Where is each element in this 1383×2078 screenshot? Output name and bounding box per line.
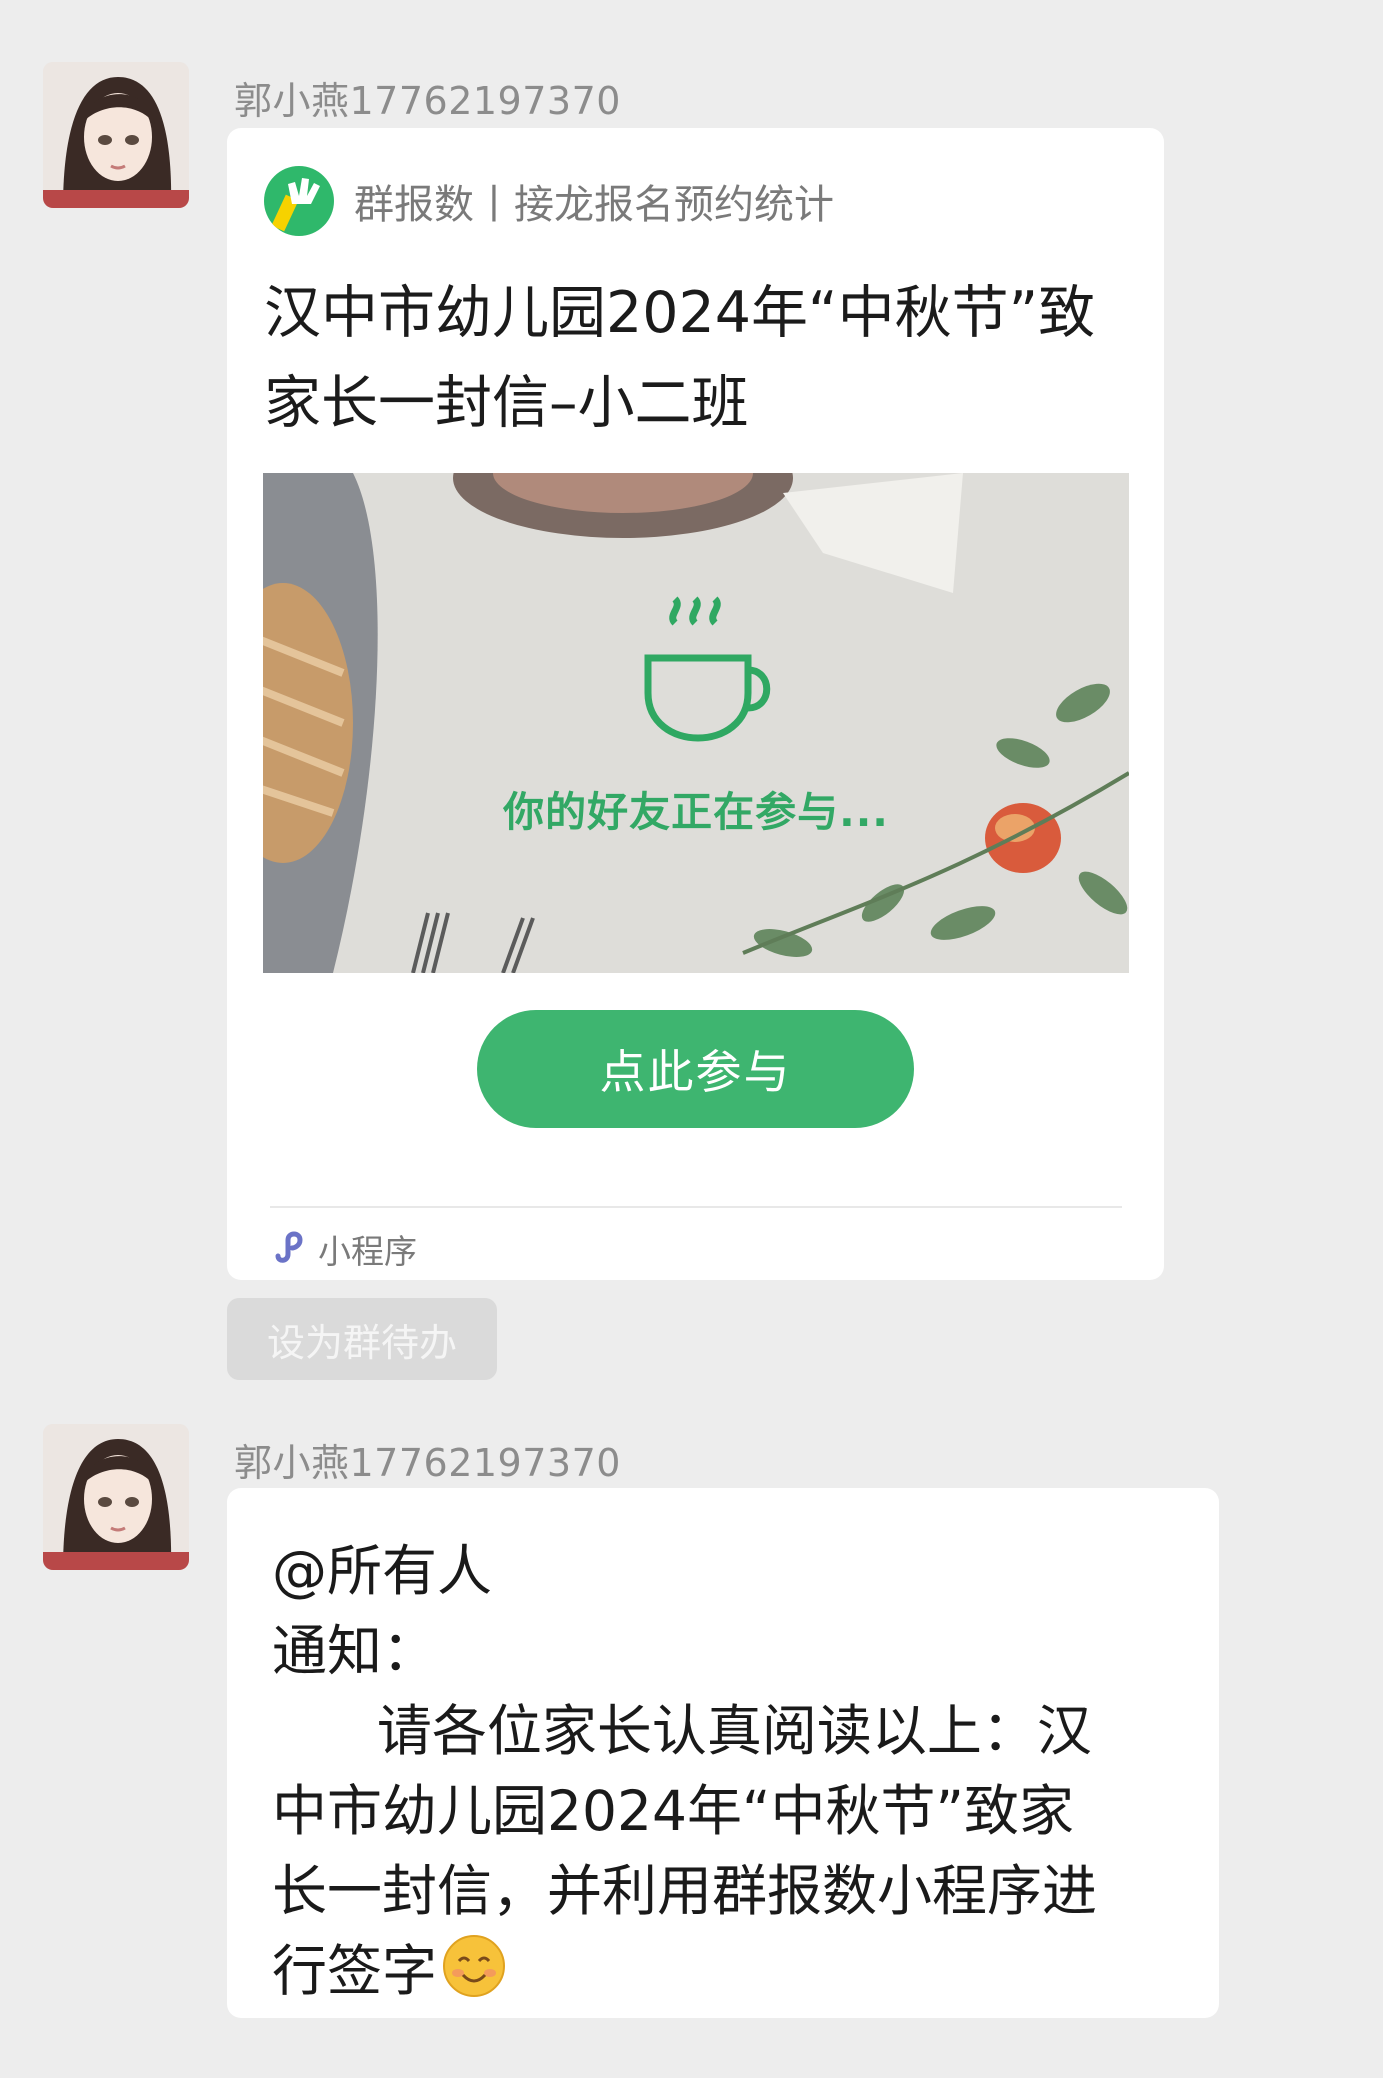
mini-program-icon (272, 1228, 310, 1270)
card-divider (270, 1206, 1122, 1208)
card-title-line: 家长一封信–小二班 (264, 370, 749, 436)
message-line: @所有人 (272, 1539, 493, 1603)
text-message-bubble[interactable]: @所有人 通知： 请各位家长认真阅读以上：汉 中市幼儿园2024年“中秋节”致家… (227, 1488, 1219, 2018)
sender-avatar[interactable] (43, 1424, 189, 1570)
message-line: 通知： (272, 1619, 438, 1683)
message-line: 行签字 (272, 1926, 507, 2006)
join-button[interactable]: 点此参与 (477, 1010, 914, 1128)
mini-program-card[interactable]: 群报数丨接龙报名预约统计 汉中市幼儿园2024年“中秋节”致 家长一封信–小二班 (227, 128, 1164, 1280)
app-header: 群报数丨接龙报名预约统计 (264, 166, 834, 236)
message-line: 长一封信，并利用群报数小程序进 (272, 1859, 1098, 1923)
preview-image[interactable]: 你的好友正在参与... (263, 473, 1129, 973)
app-logo-icon (264, 166, 334, 236)
mini-program-label: 小程序 (318, 1232, 417, 1271)
message-line: 中市幼儿园2024年“中秋节”致家 (272, 1779, 1074, 1843)
app-name: 群报数丨接龙报名预约统计 (354, 182, 834, 228)
sender-name: 郭小燕17762197370 (234, 1441, 621, 1485)
smiling-face-icon (441, 1933, 507, 1999)
message-line-text: 行签字 (272, 1939, 438, 2003)
sender-name: 郭小燕17762197370 (234, 79, 621, 123)
card-title: 汉中市幼儿园2024年“中秋节”致 家长一封信–小二班 (264, 268, 1134, 448)
mini-program-footer: 小程序 (272, 1225, 417, 1273)
sender-avatar[interactable] (43, 62, 189, 208)
preview-caption: 你的好友正在参与... (503, 788, 889, 836)
set-group-todo-button[interactable]: 设为群待办 (227, 1298, 497, 1380)
message-line: 请各位家长认真阅读以上：汉 (272, 1699, 1092, 1763)
card-title-line: 汉中市幼儿园2024年“中秋节”致 (264, 280, 1096, 346)
